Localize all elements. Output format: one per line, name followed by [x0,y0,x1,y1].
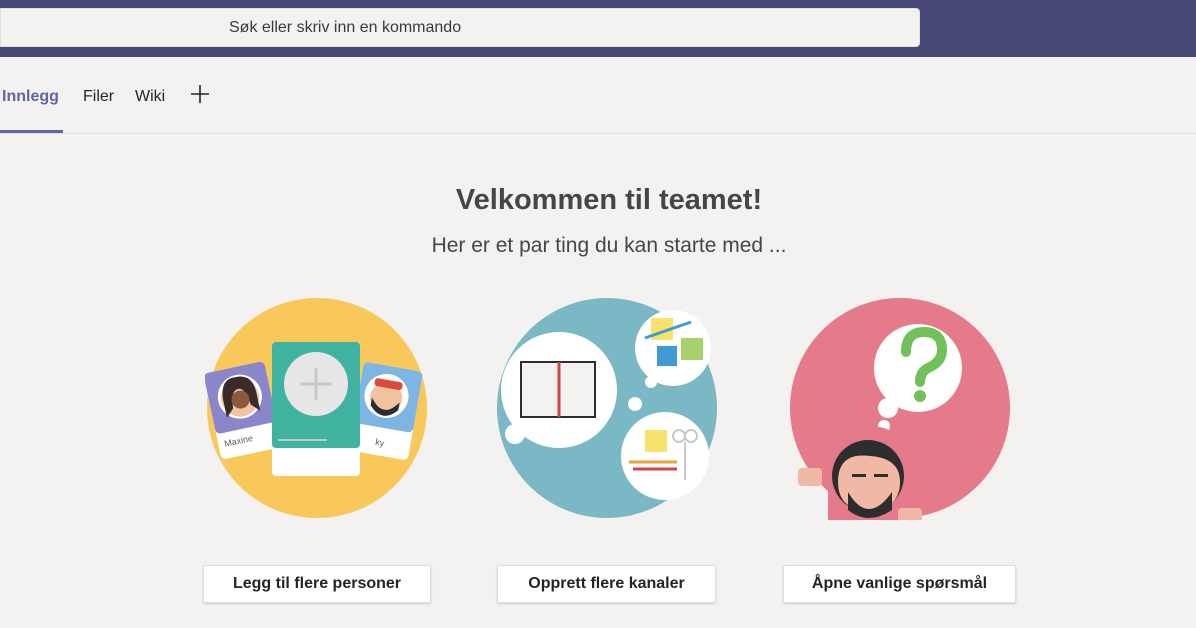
channels-illustration [497,298,717,518]
welcome-subtitle: Her er et par ting du kan starte med ... [431,234,787,257]
tab-wiki[interactable]: Wiki [135,88,165,106]
add-people-button[interactable]: Legg til flere personer [203,565,431,603]
faq-illustration [790,298,1010,520]
plus-icon[interactable] [189,83,211,105]
tab-innlegg[interactable]: Innlegg [2,88,59,106]
create-channels-button[interactable]: Opprett flere kanaler [497,565,716,603]
search-placeholder: Søk eller skriv inn en kommando [229,19,462,36]
search-input[interactable]: Søk eller skriv inn en kommando [0,8,920,47]
tab-filer[interactable]: Filer [83,88,114,106]
active-tab-indicator [0,130,63,133]
open-faq-button[interactable]: Åpne vanlige spørsmål [783,565,1016,603]
welcome-title: Velkommen til teamet! [455,184,763,216]
people-cards-illustration: Maxine ky [205,298,427,518]
top-bar: Søk eller skriv inn en kommando [0,0,1196,57]
channel-tabs: Innlegg Filer Wiki [0,57,1196,134]
